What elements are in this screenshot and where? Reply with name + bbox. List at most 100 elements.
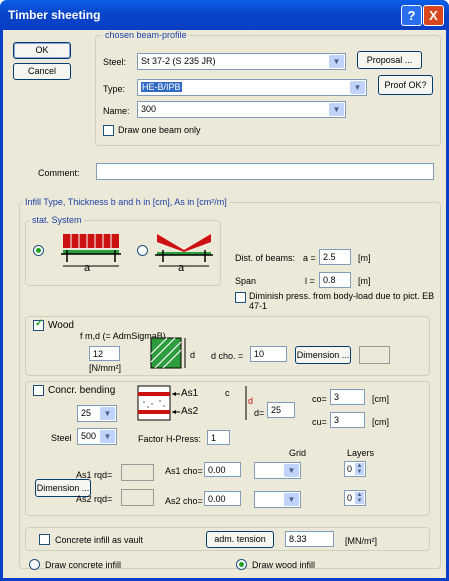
draw-wood-label: Draw wood infill [252, 560, 316, 570]
as1-cho-label: As1 cho= [165, 466, 203, 476]
diminish-label: Diminish press. from body-load due to pi… [249, 291, 435, 311]
wood-checkbox[interactable] [33, 318, 44, 331]
adm-tension-input[interactable]: 8.33 [285, 531, 334, 547]
wood-result-field [359, 346, 390, 364]
help-button[interactable]: ? [401, 5, 422, 26]
as1-glyph: As1 [181, 388, 199, 399]
distance-a-label-2: a [178, 262, 185, 274]
draw-concrete-radio[interactable] [29, 559, 40, 570]
draw-concrete-label: Draw concrete infill [45, 560, 122, 570]
as1-grid-select[interactable]: ▼ [254, 462, 301, 479]
span-input[interactable]: 0.8 [319, 272, 351, 288]
concrete-grade-value: 25 [81, 408, 92, 418]
cu-unit: [cm] [372, 417, 389, 427]
timber-sheeting-window: Timber sheeting ? X OK Cancel chosen bea… [0, 0, 449, 581]
type-label: Type: [103, 84, 126, 94]
chevron-down-icon: ▼ [350, 81, 365, 94]
cover-c-glyph: c [225, 388, 230, 398]
title-bar: Timber sheeting [0, 0, 449, 30]
help-icon: ? [407, 8, 416, 23]
as1-layers-spinner[interactable]: 0 ▲ ▼ [344, 461, 366, 477]
concrete-d-glyph: d [248, 396, 254, 406]
chevron-down-icon: ▼ [329, 103, 344, 116]
layers-label: Layers [347, 448, 375, 458]
as2-cho-input[interactable]: 0.00 [204, 491, 241, 506]
grid-label: Grid [289, 448, 307, 458]
ok-button[interactable]: OK [13, 42, 71, 59]
co-label: co= [312, 394, 327, 404]
factor-hpress-input[interactable]: 1 [207, 430, 230, 445]
distance-a-label: a [84, 262, 91, 274]
comment-label: Comment: [38, 168, 80, 178]
chevron-down-icon: ▼ [100, 407, 115, 420]
steel-label: Steel: [103, 57, 127, 67]
adm-tension-unit: [MN/m²] [345, 536, 377, 546]
fmd-unit: [N/mm²] [89, 363, 121, 373]
spinner-arrows-icon[interactable]: ▲ ▼ [355, 463, 364, 475]
proof-button[interactable]: Proof OK? [378, 75, 433, 95]
wood-label: Wood [48, 320, 74, 331]
system-radio-1[interactable] [33, 245, 44, 256]
infill-legend: Infill Type, Thickness b and h in [cm], … [23, 197, 229, 207]
span-unit: [m] [358, 276, 371, 286]
adm-tension-button[interactable]: adm. tension [206, 531, 274, 548]
name-select-value: 300 [141, 104, 157, 114]
chevron-down-icon: ▼ [100, 430, 115, 443]
dimension-wood-button[interactable]: Dimension ... [295, 346, 351, 364]
concr-bending-label: Concr. bending [48, 385, 116, 396]
factor-hpress-label: Factor H-Press: [138, 434, 202, 444]
system-radio-2[interactable] [137, 245, 148, 256]
type-select[interactable]: HE-B/IPB ▼ [137, 79, 367, 96]
as2-layers-value: 0 [347, 493, 353, 503]
draw-one-beam-label: Draw one beam only [118, 125, 201, 135]
as2-layers-spinner[interactable]: 0 ▲ ▼ [344, 490, 366, 506]
dist-beams-label: Dist. of beams: [235, 253, 296, 263]
steel-select[interactable]: St 37-2 (S 235 JR) ▼ [137, 53, 346, 70]
co-input[interactable]: 3 [330, 389, 365, 405]
as2-rqd-label: As2 rqd= [76, 494, 113, 504]
dialog-client: OK Cancel chosen beam-profile Steel: St … [3, 30, 446, 578]
type-select-value: HE-B/IPB [141, 82, 182, 92]
co-unit: [cm] [372, 394, 389, 404]
close-button[interactable]: X [423, 5, 444, 26]
draw-wood-radio[interactable] [236, 559, 247, 570]
diminish-checkbox[interactable] [235, 292, 246, 303]
as1-cho-input[interactable]: 0.00 [204, 462, 241, 477]
uniform-load-picture [61, 234, 121, 267]
as1-layers-value: 0 [347, 464, 353, 474]
concr-bending-checkbox[interactable] [33, 385, 44, 396]
vault-checkbox[interactable] [39, 534, 50, 545]
concrete-d-input[interactable]: 25 [267, 402, 295, 418]
vault-label: Concrete infill as vault [55, 535, 144, 545]
concrete-grade-select[interactable]: 25 ▼ [77, 405, 117, 422]
as2-rqd-field [121, 489, 154, 506]
beam-profile-legend: chosen beam-profile [103, 30, 189, 40]
cancel-button[interactable]: Cancel [13, 63, 71, 80]
dist-a-var: a = [303, 253, 316, 263]
dist-unit: [m] [358, 253, 371, 263]
fmd-input[interactable]: 12 [89, 346, 120, 361]
as2-cho-label: As2 cho= [165, 496, 203, 506]
wood-board-picture [150, 337, 186, 369]
span-label: Span [235, 276, 257, 286]
close-icon: X [429, 8, 438, 23]
steel-grade-select[interactable]: 500 ▼ [77, 428, 117, 445]
name-label: Name: [103, 106, 130, 116]
chevron-down-icon: ▼ [284, 464, 299, 477]
as2-glyph: As2 [181, 406, 199, 417]
steel-select-value: St 37-2 (S 235 JR) [141, 56, 216, 66]
proposal-button[interactable]: Proposal ... [357, 51, 422, 69]
steel-grade-label: Steel [51, 433, 72, 443]
spinner-arrows-icon[interactable]: ▲ ▼ [355, 492, 364, 504]
d-cho-input[interactable]: 10 [250, 346, 287, 362]
chevron-down-icon: ▼ [284, 493, 299, 506]
d-cho-label: d cho. = [211, 351, 244, 361]
dist-beams-input[interactable]: 2.5 [319, 249, 351, 265]
as2-grid-select[interactable]: ▼ [254, 491, 301, 508]
cu-input[interactable]: 3 [330, 412, 365, 428]
name-select[interactable]: 300 ▼ [137, 101, 346, 118]
comment-input[interactable] [96, 163, 434, 180]
as1-rqd-field [121, 464, 154, 481]
concrete-d-label: d= [254, 408, 265, 418]
draw-one-beam-checkbox[interactable] [103, 125, 114, 136]
